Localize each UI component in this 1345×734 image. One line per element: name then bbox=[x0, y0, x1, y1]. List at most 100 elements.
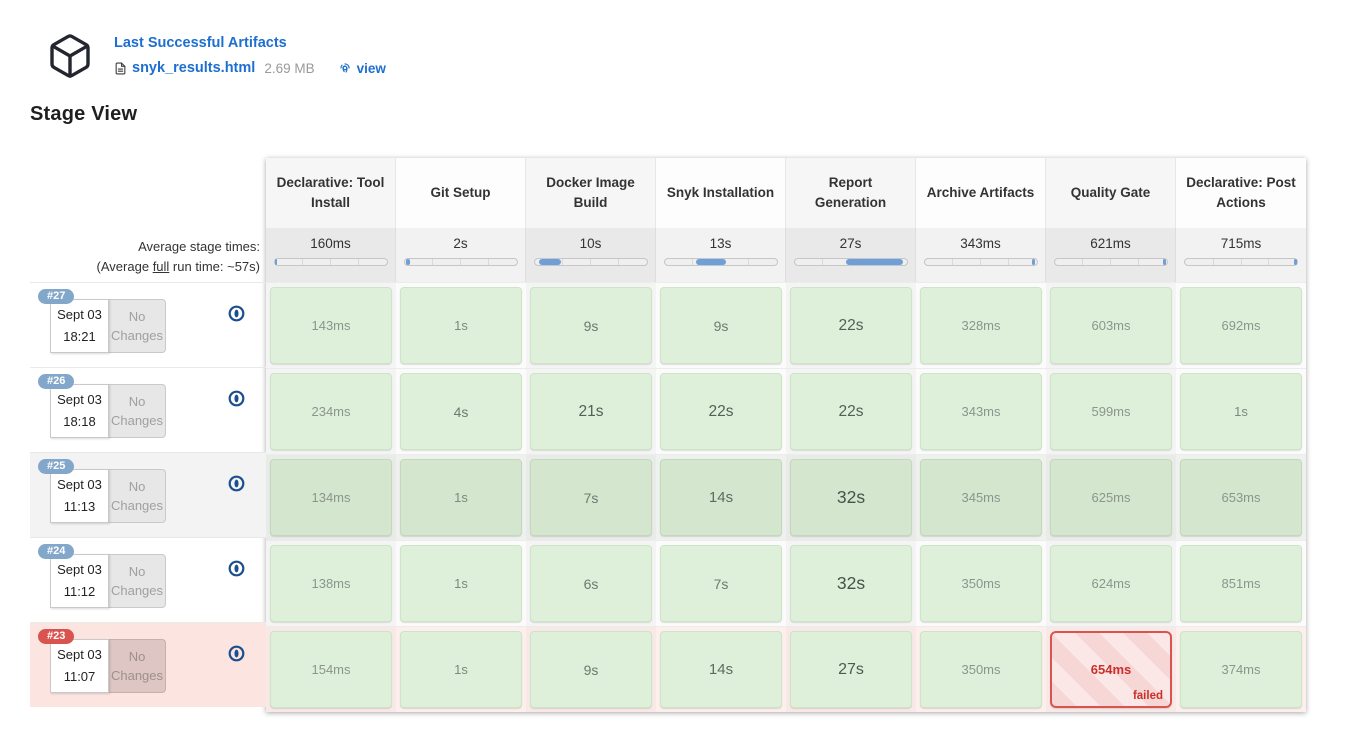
stage-duration-cell[interactable]: 599ms bbox=[1050, 373, 1172, 450]
stage-view-table: Average stage times: (Average full run t… bbox=[30, 158, 1306, 712]
duration-row-27: 143ms 1s 9s 9s 22s 328ms 603ms 692ms bbox=[266, 282, 1306, 368]
stage-duration-cell[interactable]: 653ms bbox=[1180, 459, 1302, 536]
avg-time-value: 621ms bbox=[1046, 236, 1175, 251]
avg-time-value: 27s bbox=[786, 236, 915, 251]
stage-duration-cell[interactable]: 328ms bbox=[920, 287, 1042, 364]
duration-row-24: 138ms 1s 6s 7s 32s 350ms 624ms 851ms bbox=[266, 540, 1306, 626]
avg-time-value: 10s bbox=[526, 236, 655, 251]
stage-duration-cell[interactable]: 22s bbox=[790, 287, 912, 364]
stage-duration-cell[interactable]: 4s bbox=[400, 373, 522, 450]
stage-duration-cell[interactable]: 1s bbox=[400, 287, 522, 364]
stage-duration-cell[interactable]: 345ms bbox=[920, 459, 1042, 536]
stage-duration-cell[interactable]: 9s bbox=[660, 287, 782, 364]
stage-header: Git Setup bbox=[396, 158, 526, 228]
stage-duration-cell[interactable]: 154ms bbox=[270, 631, 392, 708]
build-column: Average stage times: (Average full run t… bbox=[30, 158, 266, 712]
stage-header: Docker Image Build bbox=[526, 158, 656, 228]
stage-duration-cell[interactable]: 9s bbox=[530, 631, 652, 708]
stage-duration-cell[interactable]: 27s bbox=[790, 631, 912, 708]
stage-duration-cell[interactable]: 1s bbox=[400, 631, 522, 708]
run-details-icon[interactable] bbox=[228, 560, 245, 577]
duration-row-23: 154ms 1s 9s 14s 27s 350ms 654msfailed 37… bbox=[266, 626, 1306, 712]
stage-duration-cell[interactable]: 343ms bbox=[920, 373, 1042, 450]
header-spacer bbox=[30, 158, 266, 228]
avg-time-bar bbox=[534, 258, 648, 266]
no-changes-button[interactable]: No Changes bbox=[109, 299, 166, 353]
build-row-23: #23 Sept 0311:07 No Changes bbox=[30, 622, 266, 707]
artifact-file-link[interactable]: snyk_results.html bbox=[114, 60, 255, 76]
stage-duration-cell[interactable]: 14s bbox=[660, 459, 782, 536]
view-label: view bbox=[357, 61, 386, 76]
stage-header: Report Generation bbox=[786, 158, 916, 228]
build-badge[interactable]: #26 bbox=[38, 374, 74, 389]
fingerprint-view-link[interactable]: view bbox=[338, 61, 386, 76]
build-badge[interactable]: #23 bbox=[38, 629, 74, 644]
duration-row-25: 134ms 1s 7s 14s 32s 345ms 625ms 653ms bbox=[266, 454, 1306, 540]
stage-duration-cell[interactable]: 350ms bbox=[920, 545, 1042, 622]
stage-header-row: Declarative: Tool Install Git Setup Dock… bbox=[266, 158, 1306, 228]
avg-time-bar bbox=[1054, 258, 1168, 266]
stage-header: Snyk Installation bbox=[656, 158, 786, 228]
artifact-file-name: snyk_results.html bbox=[132, 60, 255, 76]
stage-header: Quality Gate bbox=[1046, 158, 1176, 228]
stage-duration-cell[interactable]: 851ms bbox=[1180, 545, 1302, 622]
build-badge[interactable]: #25 bbox=[38, 459, 74, 474]
run-details-icon[interactable] bbox=[228, 475, 245, 492]
no-changes-button[interactable]: No Changes bbox=[109, 384, 166, 438]
stage-duration-cell[interactable]: 374ms bbox=[1180, 631, 1302, 708]
avg-time-value: 160ms bbox=[266, 236, 395, 251]
stage-duration-cell[interactable]: 22s bbox=[790, 373, 912, 450]
avg-time-bar bbox=[1184, 258, 1298, 266]
avg-time-value: 2s bbox=[396, 236, 525, 251]
no-changes-button[interactable]: No Changes bbox=[109, 469, 166, 523]
stage-duration-cell[interactable]: 7s bbox=[530, 459, 652, 536]
stage-duration-cell[interactable]: 14s bbox=[660, 631, 782, 708]
build-badge[interactable]: #27 bbox=[38, 289, 74, 304]
build-date-box[interactable]: Sept 0311:13 bbox=[50, 469, 109, 523]
stage-duration-cell[interactable]: 624ms bbox=[1050, 545, 1172, 622]
build-date-box[interactable]: Sept 0311:07 bbox=[50, 639, 109, 693]
stage-grid-card: Declarative: Tool Install Git Setup Dock… bbox=[266, 158, 1306, 712]
stage-duration-cell[interactable]: 1s bbox=[400, 545, 522, 622]
stage-duration-cell[interactable]: 138ms bbox=[270, 545, 392, 622]
build-date-box[interactable]: Sept 0318:21 bbox=[50, 299, 109, 353]
build-row-26: #26 Sept 0318:18 No Changes bbox=[30, 367, 266, 452]
no-changes-button[interactable]: No Changes bbox=[109, 554, 166, 608]
stage-duration-cell[interactable]: 32s bbox=[790, 545, 912, 622]
build-date-box[interactable]: Sept 0311:12 bbox=[50, 554, 109, 608]
avg-time-value: 343ms bbox=[916, 236, 1045, 251]
stage-duration-cell[interactable]: 21s bbox=[530, 373, 652, 450]
duration-row-26: 234ms 4s 21s 22s 22s 343ms 599ms 1s bbox=[266, 368, 1306, 454]
artifact-file-size: 2.69 MB bbox=[264, 61, 314, 76]
stage-duration-cell[interactable]: 1s bbox=[1180, 373, 1302, 450]
stage-duration-cell-failed[interactable]: 654msfailed bbox=[1050, 631, 1172, 708]
avg-label-line2: (Average full run time: ~57s) bbox=[30, 257, 260, 277]
run-details-icon[interactable] bbox=[228, 645, 245, 662]
artifacts-title-link[interactable]: Last Successful Artifacts bbox=[114, 35, 287, 51]
stage-duration-cell[interactable]: 692ms bbox=[1180, 287, 1302, 364]
stage-duration-cell[interactable]: 234ms bbox=[270, 373, 392, 450]
stage-duration-cell[interactable]: 6s bbox=[530, 545, 652, 622]
stage-duration-cell[interactable]: 134ms bbox=[270, 459, 392, 536]
build-badge[interactable]: #24 bbox=[38, 544, 74, 559]
stage-header: Declarative: Tool Install bbox=[266, 158, 396, 228]
stage-duration-cell[interactable]: 1s bbox=[400, 459, 522, 536]
build-row-25: #25 Sept 0311:13 No Changes bbox=[30, 452, 266, 537]
stage-header: Declarative: Post Actions bbox=[1176, 158, 1306, 228]
run-details-icon[interactable] bbox=[228, 390, 245, 407]
build-date-box[interactable]: Sept 0318:18 bbox=[50, 384, 109, 438]
stage-duration-cell[interactable]: 350ms bbox=[920, 631, 1042, 708]
no-changes-button[interactable]: No Changes bbox=[109, 639, 166, 693]
avg-time-bar bbox=[274, 258, 388, 266]
stage-duration-cell[interactable]: 32s bbox=[790, 459, 912, 536]
stage-duration-cell[interactable]: 603ms bbox=[1050, 287, 1172, 364]
stage-duration-cell[interactable]: 22s bbox=[660, 373, 782, 450]
stage-duration-cell[interactable]: 7s bbox=[660, 545, 782, 622]
run-details-icon[interactable] bbox=[228, 305, 245, 322]
failed-status-label: failed bbox=[1133, 690, 1163, 702]
average-times-row: 160ms 2s 10s 13s 27s 343ms 621ms 715ms bbox=[266, 228, 1306, 282]
stage-duration-cell[interactable]: 143ms bbox=[270, 287, 392, 364]
last-successful-artifacts: Last Successful Artifacts snyk_results.h… bbox=[46, 30, 386, 80]
stage-duration-cell[interactable]: 625ms bbox=[1050, 459, 1172, 536]
stage-duration-cell[interactable]: 9s bbox=[530, 287, 652, 364]
